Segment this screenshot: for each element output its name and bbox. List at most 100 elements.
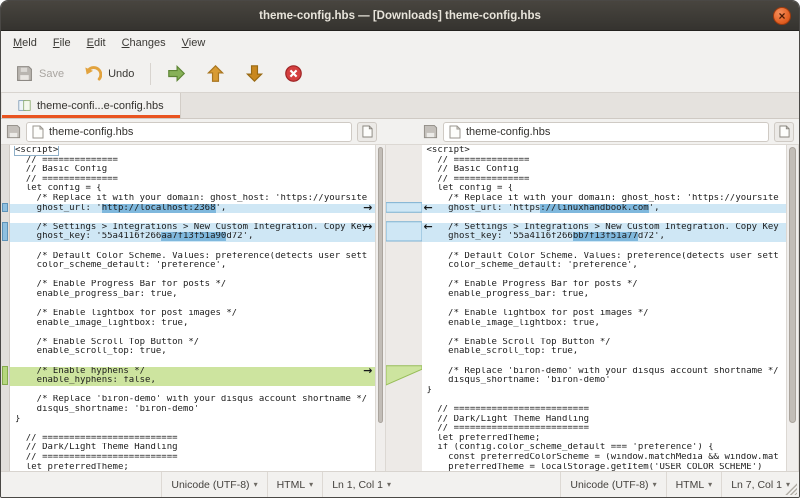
code-line[interactable]: // ==============: [422, 156, 787, 166]
code-line[interactable]: [422, 395, 787, 405]
left-filename-entry[interactable]: theme-config.hbs: [26, 122, 352, 142]
code-line[interactable]: /* Settings > Integrations > New Custom …: [10, 223, 375, 233]
code-line[interactable]: let config = {: [422, 184, 787, 194]
code-line[interactable]: /* Replace it with your domain: ghost_ho…: [10, 194, 375, 204]
code-line[interactable]: /* Enable hyphens */: [10, 367, 375, 377]
code-line[interactable]: disqus_shortname: 'biron-demo': [10, 405, 375, 415]
code-line[interactable]: /* Enable lightbox for post images */: [422, 309, 787, 319]
code-line[interactable]: <script>: [422, 146, 787, 156]
code-line[interactable]: }: [422, 386, 787, 396]
left-code-pane[interactable]: <script> // ============== // Basic Conf…: [10, 145, 375, 471]
code-line[interactable]: ghost_url: 'http://localhost:2368',: [10, 204, 375, 214]
code-line[interactable]: let config = {: [10, 184, 375, 194]
code-line[interactable]: if (config.color_scheme_default === 'pre…: [422, 443, 787, 453]
right-scrollbar-thumb[interactable]: [789, 147, 796, 423]
titlebar[interactable]: theme-config.hbs — [Downloads] theme-con…: [1, 1, 799, 31]
code-line[interactable]: let preferredTheme;: [422, 434, 787, 444]
code-line[interactable]: // =========================: [10, 434, 375, 444]
code-line[interactable]: // =========================: [422, 424, 787, 434]
code-line[interactable]: /* Enable Scroll Top Button */: [10, 338, 375, 348]
code-line[interactable]: // ==============: [10, 156, 375, 166]
left-file-chooser-button[interactable]: [357, 122, 377, 142]
menu-changes[interactable]: Changes: [114, 33, 174, 53]
code-line[interactable]: [10, 357, 375, 367]
code-line[interactable]: enable_scroll_top: true,: [10, 347, 375, 357]
code-line[interactable]: // Dark/Light Theme Handling: [422, 415, 787, 425]
merge-chunk-arrow[interactable]: →: [363, 202, 372, 213]
code-line[interactable]: [422, 213, 787, 223]
code-line[interactable]: [422, 357, 787, 367]
code-line[interactable]: /* Replace 'biron-demo' with your disqus…: [10, 395, 375, 405]
right-filename-entry[interactable]: theme-config.hbs: [443, 122, 769, 142]
left-scrollbar[interactable]: [375, 145, 386, 471]
code-line[interactable]: /* Enable Progress Bar for posts */: [422, 280, 787, 290]
code-line[interactable]: enable_scroll_top: true,: [422, 347, 787, 357]
code-line[interactable]: /* Settings > Integrations > New Custom …: [422, 223, 787, 233]
stop-button[interactable]: [275, 59, 312, 88]
save-file-icon[interactable]: [423, 124, 438, 139]
code-line[interactable]: color_scheme_default: 'preference',: [422, 261, 787, 271]
close-button[interactable]: ×: [773, 7, 791, 25]
save-button[interactable]: Save: [7, 60, 73, 87]
next-change-button[interactable]: [236, 59, 273, 88]
code-line[interactable]: // Dark/Light Theme Handling: [10, 443, 375, 453]
code-line[interactable]: // =========================: [422, 405, 787, 415]
code-line[interactable]: /* Enable Progress Bar for posts */: [10, 280, 375, 290]
overview-change-mark[interactable]: [2, 203, 8, 213]
resize-grip[interactable]: [784, 482, 797, 495]
code-line[interactable]: disqus_shortname: 'biron-demo': [422, 376, 787, 386]
merge-chunk-arrow[interactable]: →: [363, 365, 372, 376]
code-line[interactable]: /* Enable lightbox for post images */: [10, 309, 375, 319]
previous-change-button[interactable]: [197, 59, 234, 88]
code-line[interactable]: let preferredTheme;: [10, 463, 375, 471]
code-line[interactable]: enable_image_lightbox: true,: [10, 319, 375, 329]
code-line[interactable]: /* Replace it with your domain: ghost_ho…: [422, 194, 787, 204]
undo-button[interactable]: Undo: [75, 60, 143, 88]
code-line[interactable]: }: [10, 415, 375, 425]
code-line[interactable]: // ==============: [10, 175, 375, 185]
code-line[interactable]: enable_progress_bar: true,: [10, 290, 375, 300]
right-file-chooser-button[interactable]: [774, 122, 794, 142]
code-line[interactable]: // Basic Config: [10, 165, 375, 175]
code-line[interactable]: // ==============: [422, 175, 787, 185]
code-line[interactable]: enable_hyphens: false,: [10, 376, 375, 386]
code-line[interactable]: [422, 271, 787, 281]
right-scrollbar[interactable]: [786, 145, 799, 471]
code-line[interactable]: [10, 213, 375, 223]
code-line[interactable]: /* Replace 'biron-demo' with your disqus…: [422, 367, 787, 377]
overview-change-mark[interactable]: [2, 222, 8, 241]
code-line[interactable]: ghost_key: '55a4116f266aa7f13f51a90d72',: [10, 232, 375, 242]
code-line[interactable]: [10, 424, 375, 434]
code-line[interactable]: const preferredColorScheme = (window.mat…: [422, 453, 787, 463]
code-line[interactable]: [422, 328, 787, 338]
code-line[interactable]: [422, 242, 787, 252]
code-line[interactable]: /* Default Color Scheme. Values: prefere…: [422, 252, 787, 262]
code-line[interactable]: ghost_key: '55a4116f266bb7f13f51a77d72',: [422, 232, 787, 242]
merge-chunk-arrow[interactable]: ←: [424, 221, 433, 232]
code-line[interactable]: [10, 271, 375, 281]
code-line[interactable]: /* Enable Scroll Top Button */: [422, 338, 787, 348]
left-encoding-selector[interactable]: Unicode (UTF-8) ▾: [161, 472, 266, 497]
code-line[interactable]: [10, 242, 375, 252]
code-line[interactable]: [10, 300, 375, 310]
change-overview-strip[interactable]: [1, 145, 10, 471]
code-line[interactable]: [10, 328, 375, 338]
code-line[interactable]: enable_image_lightbox: true,: [422, 319, 787, 329]
left-cursor-position[interactable]: Ln 1, Col 1 ▾: [322, 472, 400, 497]
menu-file[interactable]: File: [45, 33, 79, 53]
code-line[interactable]: [10, 386, 375, 396]
code-line[interactable]: enable_progress_bar: true,: [422, 290, 787, 300]
right-code-pane[interactable]: <script> // ============== // Basic Conf…: [422, 145, 787, 471]
menu-edit[interactable]: Edit: [79, 33, 114, 53]
overview-change-mark[interactable]: [2, 366, 8, 385]
left-scrollbar-thumb[interactable]: [378, 147, 383, 423]
code-line[interactable]: ghost_url: 'https://linuxhandbook.com',: [422, 204, 787, 214]
code-line[interactable]: /* Default Color Scheme. Values: prefere…: [10, 252, 375, 262]
code-line[interactable]: color_scheme_default: 'preference',: [10, 261, 375, 271]
right-encoding-selector[interactable]: Unicode (UTF-8) ▾: [560, 472, 665, 497]
code-line[interactable]: // =========================: [10, 453, 375, 463]
merge-chunk-arrow[interactable]: ←: [424, 202, 433, 213]
left-syntax-selector[interactable]: HTML ▾: [267, 472, 323, 497]
code-line[interactable]: <script>: [10, 146, 375, 156]
menu-meld[interactable]: Meld: [5, 33, 45, 53]
